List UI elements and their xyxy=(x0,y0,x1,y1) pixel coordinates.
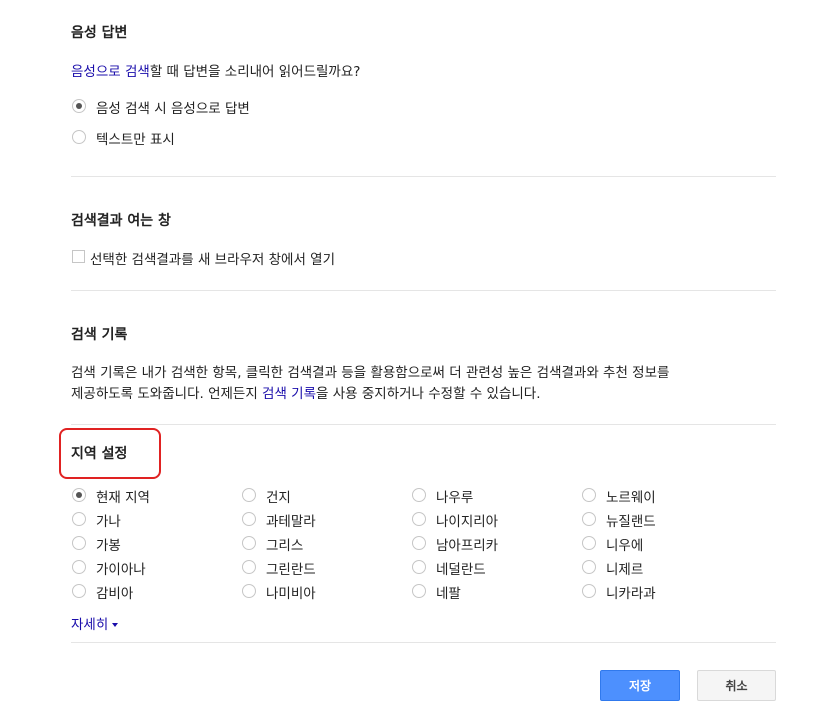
history-section-title: 검색 기록 xyxy=(71,327,128,343)
region-label: 가이아나 xyxy=(96,562,146,578)
divider xyxy=(71,424,776,425)
region-label: 나미비아 xyxy=(266,586,316,602)
radio-button[interactable] xyxy=(242,488,256,502)
region-label: 남아프리카 xyxy=(436,538,499,554)
history-description-line1: 검색 기록은 내가 검색한 항목, 클릭한 검색결과 등을 활용함으로써 더 관… xyxy=(71,365,670,381)
radio-button[interactable] xyxy=(582,560,596,574)
region-label: 가봉 xyxy=(96,538,121,554)
caret-down-icon xyxy=(112,623,119,627)
voice-question-text: 할 때 답변을 소리내어 읽어드릴까요? xyxy=(149,64,361,80)
radio-button[interactable] xyxy=(582,488,596,502)
radio-button[interactable] xyxy=(72,536,86,550)
save-button[interactable]: 저장 xyxy=(600,670,680,701)
radio-button[interactable] xyxy=(242,536,256,550)
region-label: 니카라과 xyxy=(606,586,656,602)
region-label: 현재 지역 xyxy=(96,490,150,506)
region-label: 그린란드 xyxy=(266,562,316,578)
radio-button[interactable] xyxy=(72,99,86,113)
more-regions-link[interactable]: 자세히 xyxy=(71,613,119,633)
radio-button[interactable] xyxy=(582,536,596,550)
region-label: 나우루 xyxy=(436,490,474,506)
new-window-checkbox-label: 선택한 검색결과를 새 브라우저 창에서 열기 xyxy=(90,252,336,268)
radio-button[interactable] xyxy=(582,584,596,598)
radio-button[interactable] xyxy=(72,130,86,144)
region-label: 니우에 xyxy=(606,538,644,554)
radio-label: 음성 검색 시 음성으로 답변 xyxy=(96,101,250,117)
history-desc-text: 제공하도록 도와줍니다. 언제든지 xyxy=(71,386,263,402)
radio-button[interactable] xyxy=(412,512,426,526)
radio-button[interactable] xyxy=(412,560,426,574)
radio-button[interactable] xyxy=(72,512,86,526)
voice-search-link[interactable]: 음성으로 검색 xyxy=(71,64,150,80)
region-label: 뉴질랜드 xyxy=(606,514,656,530)
region-label: 가나 xyxy=(96,514,121,530)
radio-button[interactable] xyxy=(72,488,86,502)
region-label: 나이지리아 xyxy=(436,514,499,530)
history-description-line2: 제공하도록 도와줍니다. 언제든지 검색 기록을 사용 중지하거나 수정할 수 … xyxy=(71,382,541,402)
radio-label: 텍스트만 표시 xyxy=(96,132,175,148)
voice-section-title: 음성 답변 xyxy=(71,25,128,41)
region-section-title: 지역 설정 xyxy=(71,446,128,462)
radio-button[interactable] xyxy=(582,512,596,526)
divider xyxy=(71,642,776,643)
radio-button[interactable] xyxy=(412,488,426,502)
region-label: 그리스 xyxy=(266,538,304,554)
radio-button[interactable] xyxy=(412,536,426,550)
divider xyxy=(71,290,776,291)
radio-button[interactable] xyxy=(72,560,86,574)
radio-button[interactable] xyxy=(242,512,256,526)
search-history-link[interactable]: 검색 기록 xyxy=(262,386,316,402)
more-label: 자세히 xyxy=(71,617,109,633)
region-label: 네팔 xyxy=(436,586,461,602)
radio-button[interactable] xyxy=(242,584,256,598)
region-label: 노르웨이 xyxy=(606,490,656,506)
radio-button[interactable] xyxy=(412,584,426,598)
radio-button[interactable] xyxy=(72,584,86,598)
cancel-button[interactable]: 취소 xyxy=(697,670,776,701)
region-label: 건지 xyxy=(266,490,291,506)
region-label: 과테말라 xyxy=(266,514,316,530)
new-window-checkbox[interactable] xyxy=(72,250,85,263)
region-label: 니제르 xyxy=(606,562,644,578)
voice-question: 음성으로 검색할 때 답변을 소리내어 읽어드릴까요? xyxy=(71,60,360,80)
results-window-title: 검색결과 여는 창 xyxy=(71,213,171,229)
divider xyxy=(71,176,776,177)
history-desc-text: 을 사용 중지하거나 수정할 수 있습니다. xyxy=(316,386,541,402)
radio-button[interactable] xyxy=(242,560,256,574)
region-label: 네덜란드 xyxy=(436,562,486,578)
region-label: 감비아 xyxy=(96,586,134,602)
